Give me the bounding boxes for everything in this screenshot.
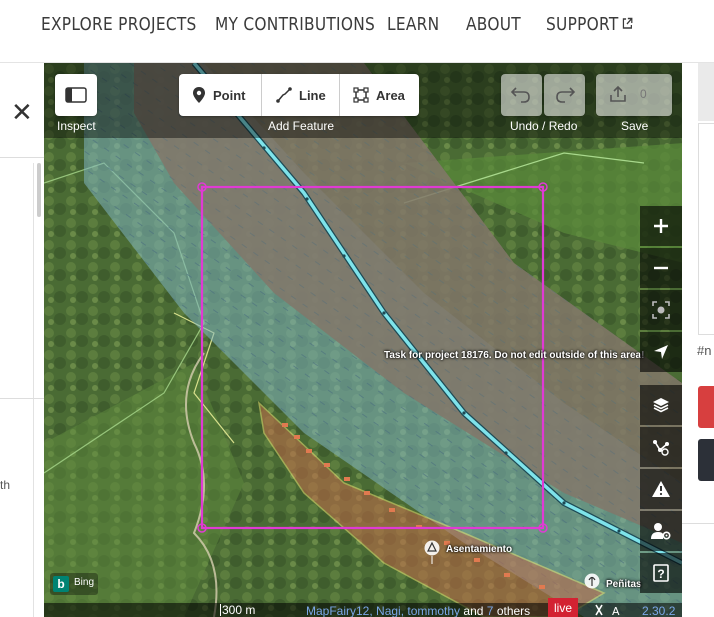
zoom-out-icon: [654, 266, 668, 270]
scrollbar[interactable]: [37, 163, 41, 217]
external-link-icon: [623, 17, 633, 29]
undo-button[interactable]: [501, 74, 542, 116]
inspect-label: Inspect: [57, 119, 96, 133]
help-icon: ?: [653, 564, 669, 582]
dark-action-button[interactable]: [698, 439, 714, 481]
scale-label[interactable]: 300 m: [222, 603, 255, 617]
background-layers-button[interactable]: [640, 385, 682, 425]
task-sidebar: ✕ th: [0, 63, 44, 617]
nav-learn[interactable]: LEARN: [387, 15, 439, 35]
inspect-button[interactable]: [55, 74, 97, 116]
contributor-links[interactable]: MapFairy12, Nagi, tommothy: [306, 604, 460, 617]
add-feature-group: Point Line Area: [179, 74, 419, 116]
place-pin-icon[interactable]: [424, 538, 440, 564]
imagery-attribution[interactable]: b Bing: [50, 573, 98, 595]
red-action-button[interactable]: [698, 386, 714, 428]
panel-header: [698, 63, 714, 121]
contributor-count[interactable]: 7: [487, 604, 494, 617]
poi-label-asentamiento[interactable]: Asentamiento: [446, 544, 512, 555]
close-icon[interactable]: ✕: [11, 99, 33, 125]
bing-logo: b: [53, 576, 69, 592]
line-icon: [276, 87, 292, 103]
add-point-button[interactable]: Point: [192, 74, 246, 116]
preferences-icon: [651, 523, 671, 540]
version-link[interactable]: 2.30.2: [642, 604, 675, 617]
poi-label-penitas[interactable]: Peñitas: [606, 579, 642, 590]
svg-text:?: ?: [657, 567, 664, 581]
zoom-in-icon: [654, 219, 668, 233]
task-area-label: Task for project 18176. Do not edit outs…: [384, 350, 645, 361]
map-data-icon: [653, 440, 669, 456]
divider: [682, 523, 714, 524]
help-button[interactable]: ?: [640, 553, 682, 593]
scale-bar: [220, 604, 221, 616]
nav-about[interactable]: ABOUT: [466, 15, 521, 35]
separator: [261, 74, 262, 116]
redo-button[interactable]: [544, 74, 585, 116]
redo-icon: [556, 87, 576, 103]
area-icon: [353, 87, 369, 103]
panel-border: [33, 163, 34, 617]
geolocate-icon: [654, 345, 668, 359]
hashtag-fragment: #n: [697, 343, 712, 358]
zoom-in-button[interactable]: [640, 206, 682, 246]
preferences-button[interactable]: [640, 511, 682, 551]
undo-icon: [510, 87, 530, 103]
nav-explore-projects[interactable]: EXPLORE PROJECTS: [41, 15, 197, 35]
map-footer: 300 m MapFairy12, Nagi, tommothy and 7 o…: [44, 598, 682, 617]
nav-my-contributions[interactable]: MY CONTRIBUTIONS: [215, 15, 375, 35]
sidebar-text-fragment: th: [0, 478, 11, 492]
footer-icons[interactable]: A: [592, 603, 632, 617]
sidebar-toggle-icon: [65, 87, 87, 103]
add-feature-label: Add Feature: [268, 119, 335, 133]
undo-redo-label: Undo / Redo: [510, 119, 578, 133]
panel-textarea[interactable]: [698, 123, 714, 335]
instructions-panel: #n: [682, 63, 714, 617]
zoom-out-button[interactable]: [640, 248, 682, 288]
radio-tower-pin-icon[interactable]: [584, 571, 600, 597]
divider: [0, 398, 44, 399]
bing-label: Bing: [74, 577, 95, 588]
upload-icon: [610, 85, 626, 102]
add-area-button[interactable]: Area: [353, 74, 405, 116]
save-label: Save: [621, 119, 649, 133]
separator: [339, 74, 340, 116]
point-icon: [193, 87, 205, 103]
layers-icon: [653, 398, 669, 413]
attribution-and: and: [463, 604, 484, 617]
nav-support[interactable]: SUPPORT: [546, 15, 634, 35]
map-editor[interactable]: Inspect Point Line Area Add Feature Undo…: [44, 63, 682, 617]
map-data-button[interactable]: [640, 427, 682, 467]
issues-icon: [652, 481, 670, 497]
geolocate-button[interactable]: [640, 332, 682, 372]
live-badge: live: [548, 598, 578, 617]
top-navigation: EXPLORE PROJECTS MY CONTRIBUTIONS LEARN …: [0, 0, 714, 63]
zoom-to-selection-button[interactable]: [640, 290, 682, 330]
save-count: 0: [640, 87, 647, 101]
save-button[interactable]: 0: [596, 74, 672, 116]
zoom-to-selection-icon: [652, 301, 670, 319]
nav-support-label: SUPPORT: [546, 15, 619, 35]
issues-button[interactable]: [640, 469, 682, 509]
contributors-attribution: MapFairy12, Nagi, tommothy and 7 others: [306, 604, 530, 617]
add-line-button[interactable]: Line: [276, 74, 326, 116]
svg-text:A: A: [612, 605, 620, 617]
line-label: Line: [299, 87, 326, 103]
point-label: Point: [213, 87, 246, 103]
area-label: Area: [376, 87, 405, 103]
satellite-map[interactable]: [44, 63, 682, 617]
attribution-others: others: [496, 604, 531, 617]
divider: [0, 157, 44, 158]
